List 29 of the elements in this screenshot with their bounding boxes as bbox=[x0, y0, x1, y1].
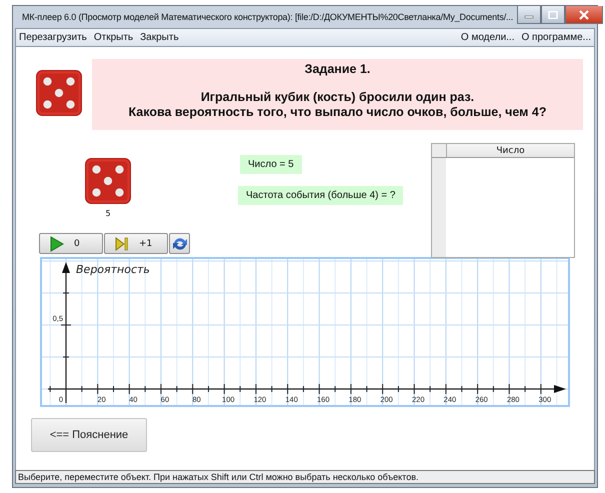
step-forward-icon bbox=[115, 236, 129, 250]
menu-item[interactable]: О модели... bbox=[460, 32, 514, 43]
maximize-icon bbox=[548, 10, 558, 18]
step-button[interactable]: +1 bbox=[104, 233, 168, 254]
refresh-button[interactable] bbox=[169, 233, 190, 254]
menu-item[interactable]: Закрыть bbox=[140, 32, 179, 43]
task-text: Игральный кубик (кость) бросили один раз. bbox=[200, 90, 474, 105]
refresh-icon bbox=[172, 236, 188, 252]
value-label: Число = 5 bbox=[240, 155, 302, 174]
task-title: Задание 1. bbox=[304, 62, 370, 76]
play-icon bbox=[50, 236, 64, 252]
value-label: Частота события (больше 4) = ? bbox=[238, 186, 404, 205]
close-button[interactable] bbox=[565, 6, 604, 24]
axis-title: Вероятность bbox=[76, 263, 150, 276]
minimize-button[interactable] bbox=[517, 6, 542, 24]
die-icon bbox=[36, 70, 82, 116]
maximize-button[interactable] bbox=[541, 6, 566, 24]
die-icon bbox=[85, 158, 131, 204]
close-icon bbox=[578, 10, 590, 20]
menu-item[interactable]: Открыть bbox=[94, 32, 134, 43]
menu-item[interactable]: Перезагрузить bbox=[19, 32, 87, 43]
explanation-button[interactable]: <== Пояснение bbox=[31, 418, 147, 452]
window-title: МК-плеер 6.0 (Просмотр моделей Математического конструктора): [file:/D:/ДОКУМЕНТЫ%20Светланка/My_Documents/... bbox=[22, 12, 514, 22]
menu-item[interactable]: О программе... bbox=[521, 32, 591, 43]
die-value: 5 bbox=[105, 209, 111, 218]
status-bar: Выберите, переместите объект. При нажатых Shift или Ctrl можно выбрать несколько объектов. bbox=[15, 470, 595, 484]
play-button[interactable]: 0 bbox=[39, 233, 103, 254]
column-header[interactable]: Число bbox=[496, 146, 525, 156]
task-text: Какова вероятность того, что выпало число очков, больше, чем 4? bbox=[128, 105, 546, 120]
